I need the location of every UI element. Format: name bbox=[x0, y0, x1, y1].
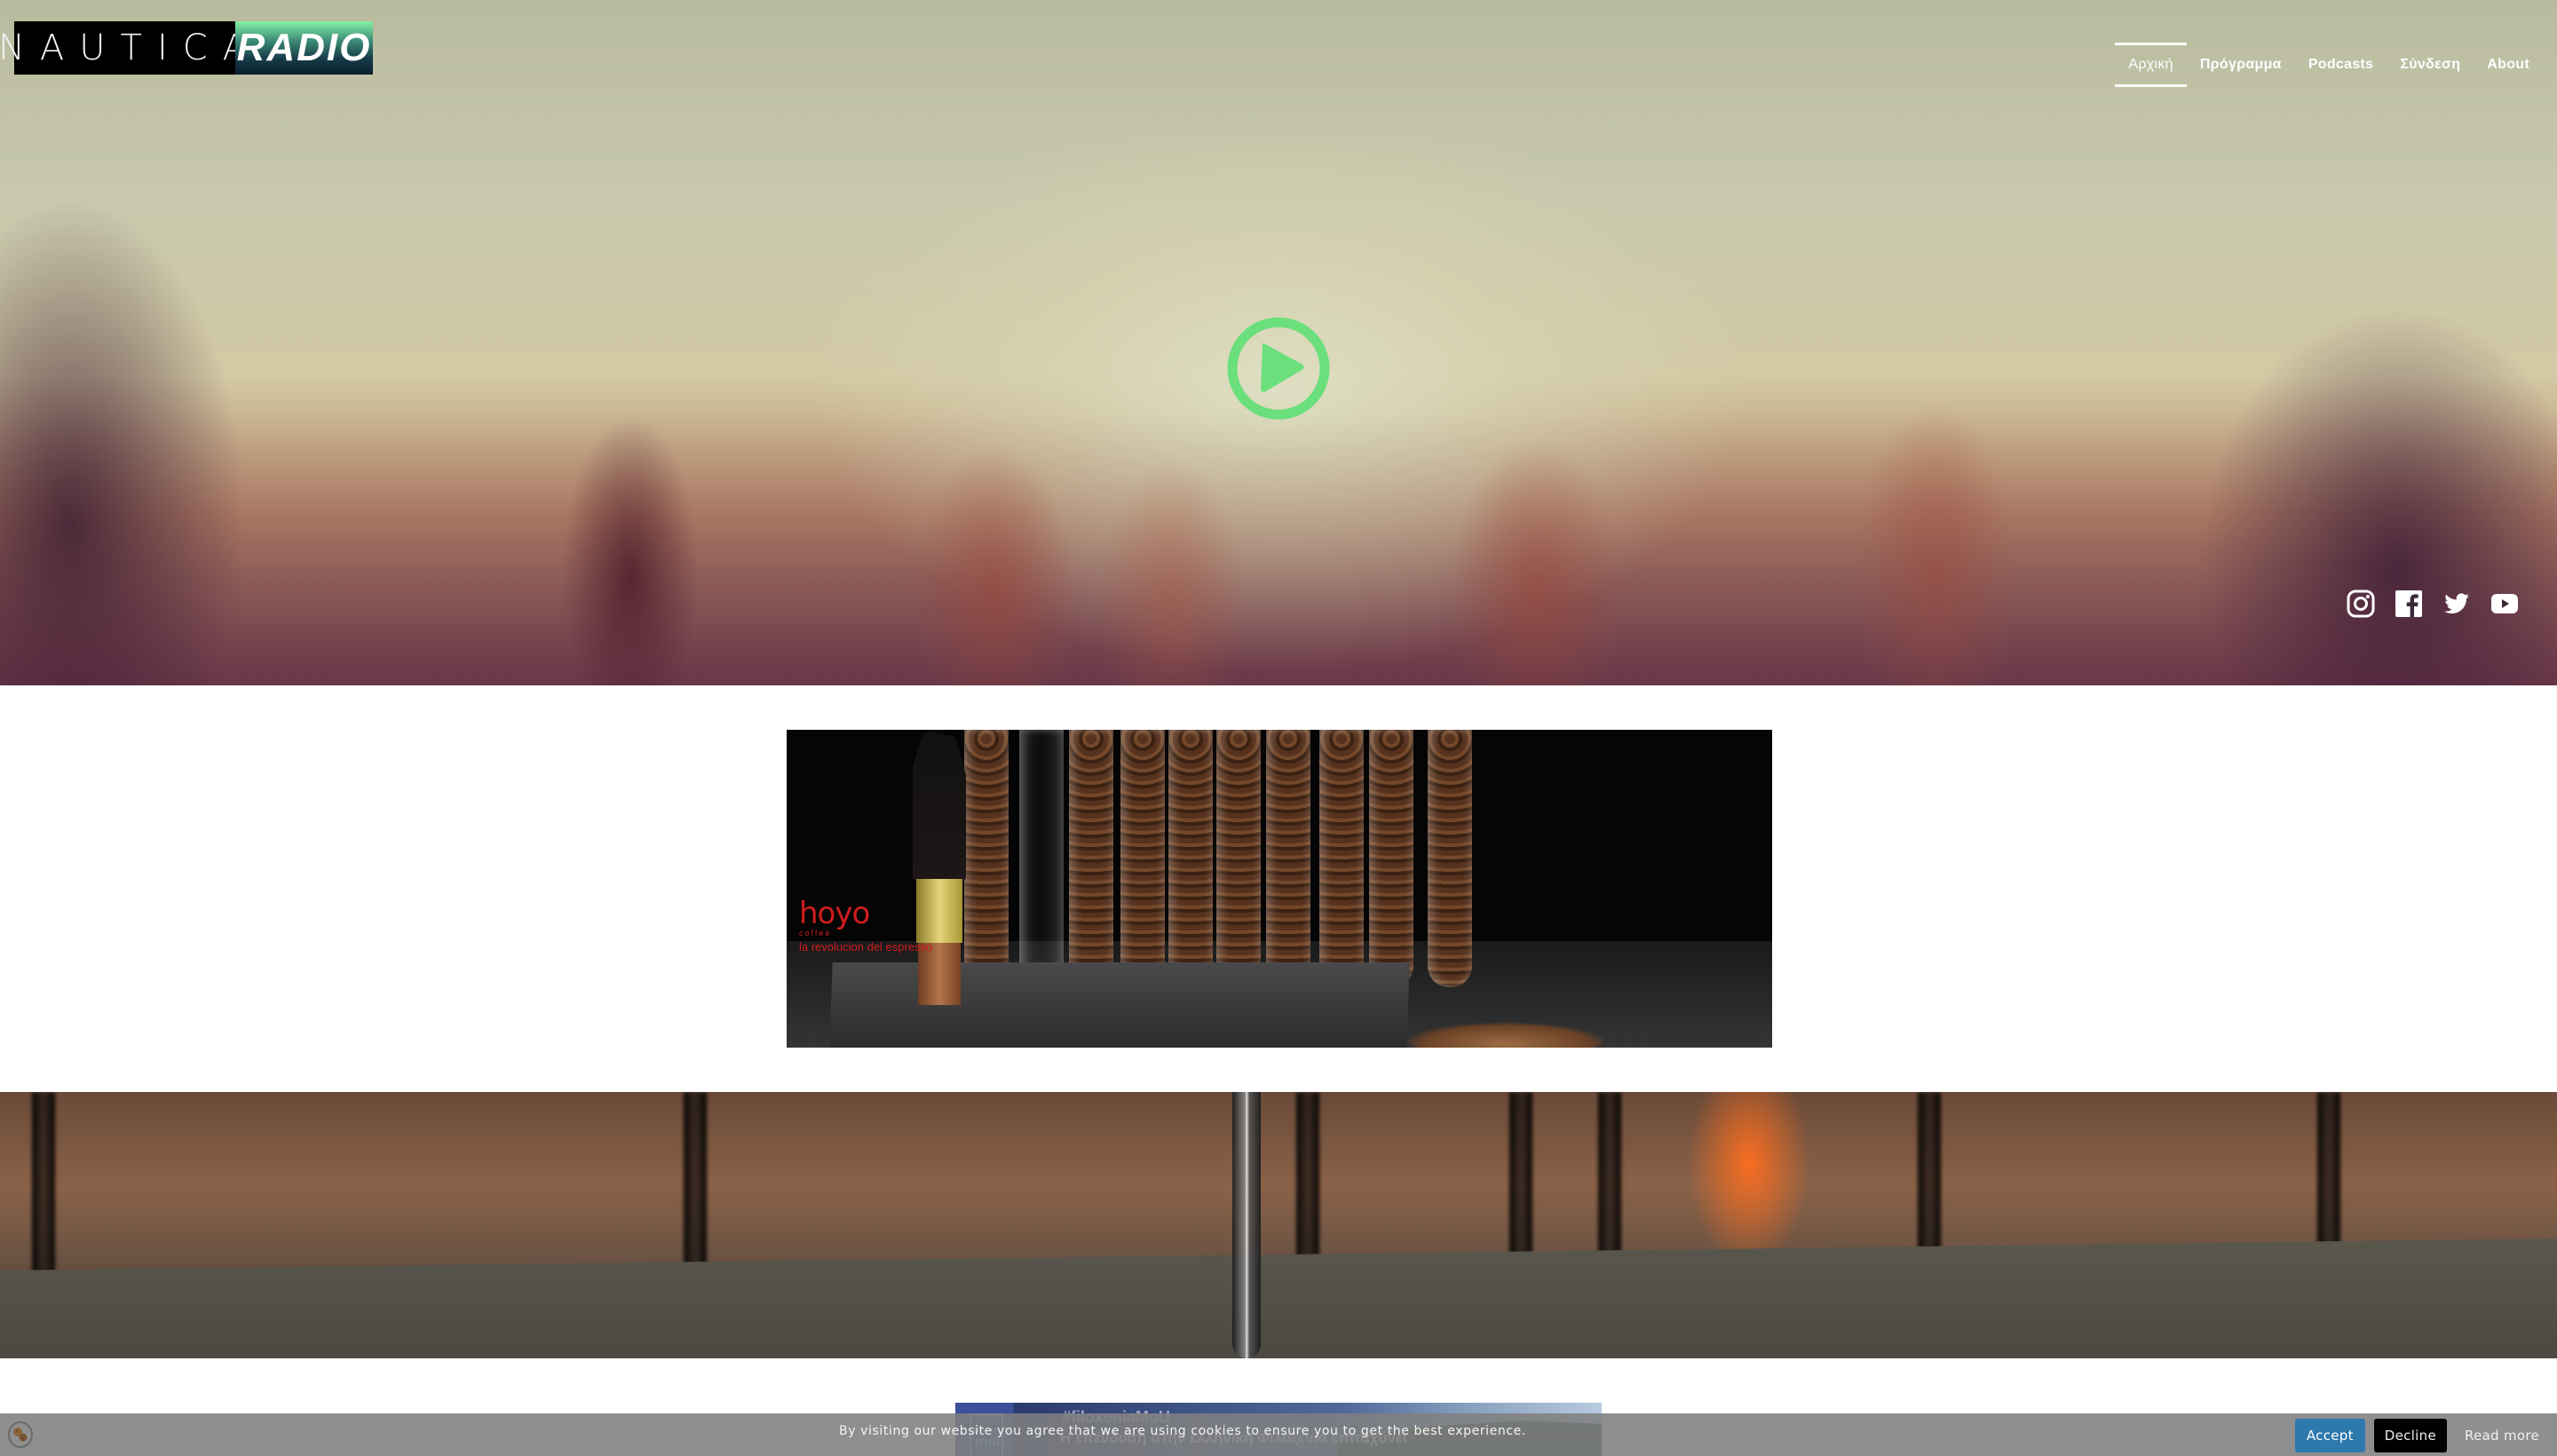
play-circle-icon bbox=[1227, 317, 1330, 420]
ad-brand-tagline: la revolucion del espresso bbox=[799, 940, 933, 954]
cookie-consent-bar: By visiting our website you agree that w… bbox=[0, 1413, 2557, 1456]
social-links bbox=[2347, 590, 2519, 618]
site-logo[interactable]: NAUTICA RADIO bbox=[0, 21, 373, 75]
ad-coffee-tube bbox=[1168, 730, 1213, 987]
ad-coffee-tube bbox=[1428, 730, 1472, 987]
ad-brand-name: hoyo bbox=[799, 896, 870, 931]
social-youtube-link[interactable] bbox=[2490, 590, 2519, 618]
cookie-actions: Accept Decline Read more bbox=[2294, 1419, 2543, 1452]
social-instagram-link[interactable] bbox=[2347, 590, 2375, 618]
instagram-icon bbox=[2347, 590, 2375, 618]
nav-item-schedule[interactable]: Πρόγραμμα bbox=[2187, 43, 2295, 87]
nav-item-login[interactable]: Σύνδεση bbox=[2387, 43, 2474, 87]
sunset-wooden-deck bbox=[0, 1238, 2557, 1358]
social-facebook-link[interactable] bbox=[2395, 590, 2423, 618]
sunset-glass-tube bbox=[1232, 1092, 1261, 1358]
youtube-icon bbox=[2491, 594, 2518, 613]
cookie-message: By visiting our website you agree that w… bbox=[839, 1424, 1526, 1438]
ad-brush-image bbox=[913, 730, 966, 1005]
nav-item-home[interactable]: Αρχική bbox=[2115, 43, 2188, 87]
ad-banner-coffee[interactable]: hoyo coffee la revolucion del espresso bbox=[787, 730, 1772, 1048]
cookie-accept-button[interactable]: Accept bbox=[2294, 1419, 2365, 1452]
cookie-decline-button[interactable]: Decline bbox=[2373, 1419, 2447, 1452]
ad-coffee-tube bbox=[1319, 730, 1364, 987]
hero-section: NAUTICA RADIO Αρχική Πρόγραμμα Podcasts … bbox=[0, 0, 2557, 685]
cookie-read-more-link[interactable]: Read more bbox=[2456, 1428, 2543, 1444]
cookie-icon[interactable] bbox=[7, 1420, 34, 1449]
facebook-icon bbox=[2395, 590, 2422, 617]
ad-coffee-tube bbox=[1069, 730, 1113, 987]
ad-coffee-tube bbox=[1120, 730, 1165, 987]
main-nav: Αρχική Πρόγραμμα Podcasts Σύνδεση About bbox=[2115, 43, 2543, 87]
social-twitter-link[interactable] bbox=[2442, 590, 2471, 618]
ad-brush-bristle bbox=[913, 730, 966, 881]
logo-nautica: NAUTICA bbox=[0, 21, 247, 75]
ad-coffee-tube bbox=[1369, 730, 1413, 987]
logo-radio: RADIO bbox=[235, 21, 373, 75]
ad-coffee-tube bbox=[1266, 730, 1310, 987]
nav-item-podcasts[interactable]: Podcasts bbox=[2295, 43, 2387, 87]
play-button[interactable] bbox=[1227, 317, 1330, 420]
sunset-sun bbox=[1687, 1092, 1811, 1270]
page: NAUTICA RADIO Αρχική Πρόγραμμα Podcasts … bbox=[0, 0, 2557, 1456]
nav-item-about[interactable]: About bbox=[2474, 43, 2543, 87]
ad-coffee-tube bbox=[1216, 730, 1261, 987]
twitter-icon bbox=[2444, 593, 2469, 614]
ad-empty-tube bbox=[1019, 730, 1064, 987]
ad-coffee-tube bbox=[964, 730, 1009, 987]
ad-brand: hoyo coffee la revolucion del espresso bbox=[799, 898, 932, 954]
sunset-parallax-section bbox=[0, 1092, 2557, 1358]
